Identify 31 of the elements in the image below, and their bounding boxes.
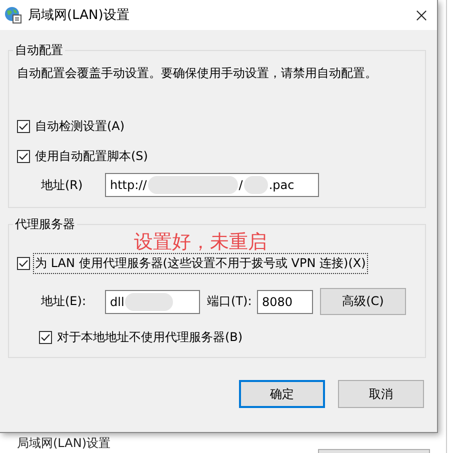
group-title: 代理服务器 xyxy=(14,216,76,233)
address-field[interactable]: dll xyxy=(105,290,200,314)
redaction-blur xyxy=(125,292,174,310)
checkbox[interactable] xyxy=(17,150,30,163)
checkbox[interactable] xyxy=(39,331,52,344)
checkbox-label[interactable]: 为 LAN 使用代理服务器(这些设置不用于拨号或 VPN 连接)(X) xyxy=(33,253,368,274)
dialog-button[interactable]: 取消 xyxy=(338,380,424,408)
close-icon[interactable] xyxy=(416,10,427,20)
group-title: 自动配置 xyxy=(14,42,64,59)
field-value: http:// xyxy=(110,178,147,192)
dialog-button[interactable]: 确定 xyxy=(239,380,325,408)
field-value: / xyxy=(238,178,243,192)
checkbox-label[interactable]: 对于本地地址不使用代理服务器(B) xyxy=(55,327,245,348)
window-title: 局域网(LAN)设置 xyxy=(17,435,111,452)
checkbox-label[interactable]: 使用自动配置脚本(S) xyxy=(33,146,150,167)
port-field[interactable]: 8080 xyxy=(257,290,313,314)
field-value: dll xyxy=(110,294,124,308)
globe-icon xyxy=(4,6,22,24)
checkbox-label[interactable]: 自动检测设置(A) xyxy=(33,116,127,137)
field-label: 端口(T): xyxy=(207,293,253,310)
checkbox[interactable] xyxy=(17,120,30,133)
advanced-button[interactable]: 高级(C) xyxy=(320,288,406,315)
redaction-blur xyxy=(244,176,268,194)
field-label: 地址(E): xyxy=(41,293,87,310)
address-field[interactable]: http:// / .pac xyxy=(105,173,319,197)
field-value: .pac xyxy=(268,178,294,192)
description-text: 自动配置会覆盖手动设置。要确保使用手动设置，请禁用自动配置。 xyxy=(17,65,378,82)
checkbox[interactable] xyxy=(17,257,30,270)
annotation-text: 设置好，未重启 xyxy=(134,233,268,253)
window-title: 局域网(LAN)设置 xyxy=(28,7,130,24)
field-label: 地址(R) xyxy=(41,176,84,194)
